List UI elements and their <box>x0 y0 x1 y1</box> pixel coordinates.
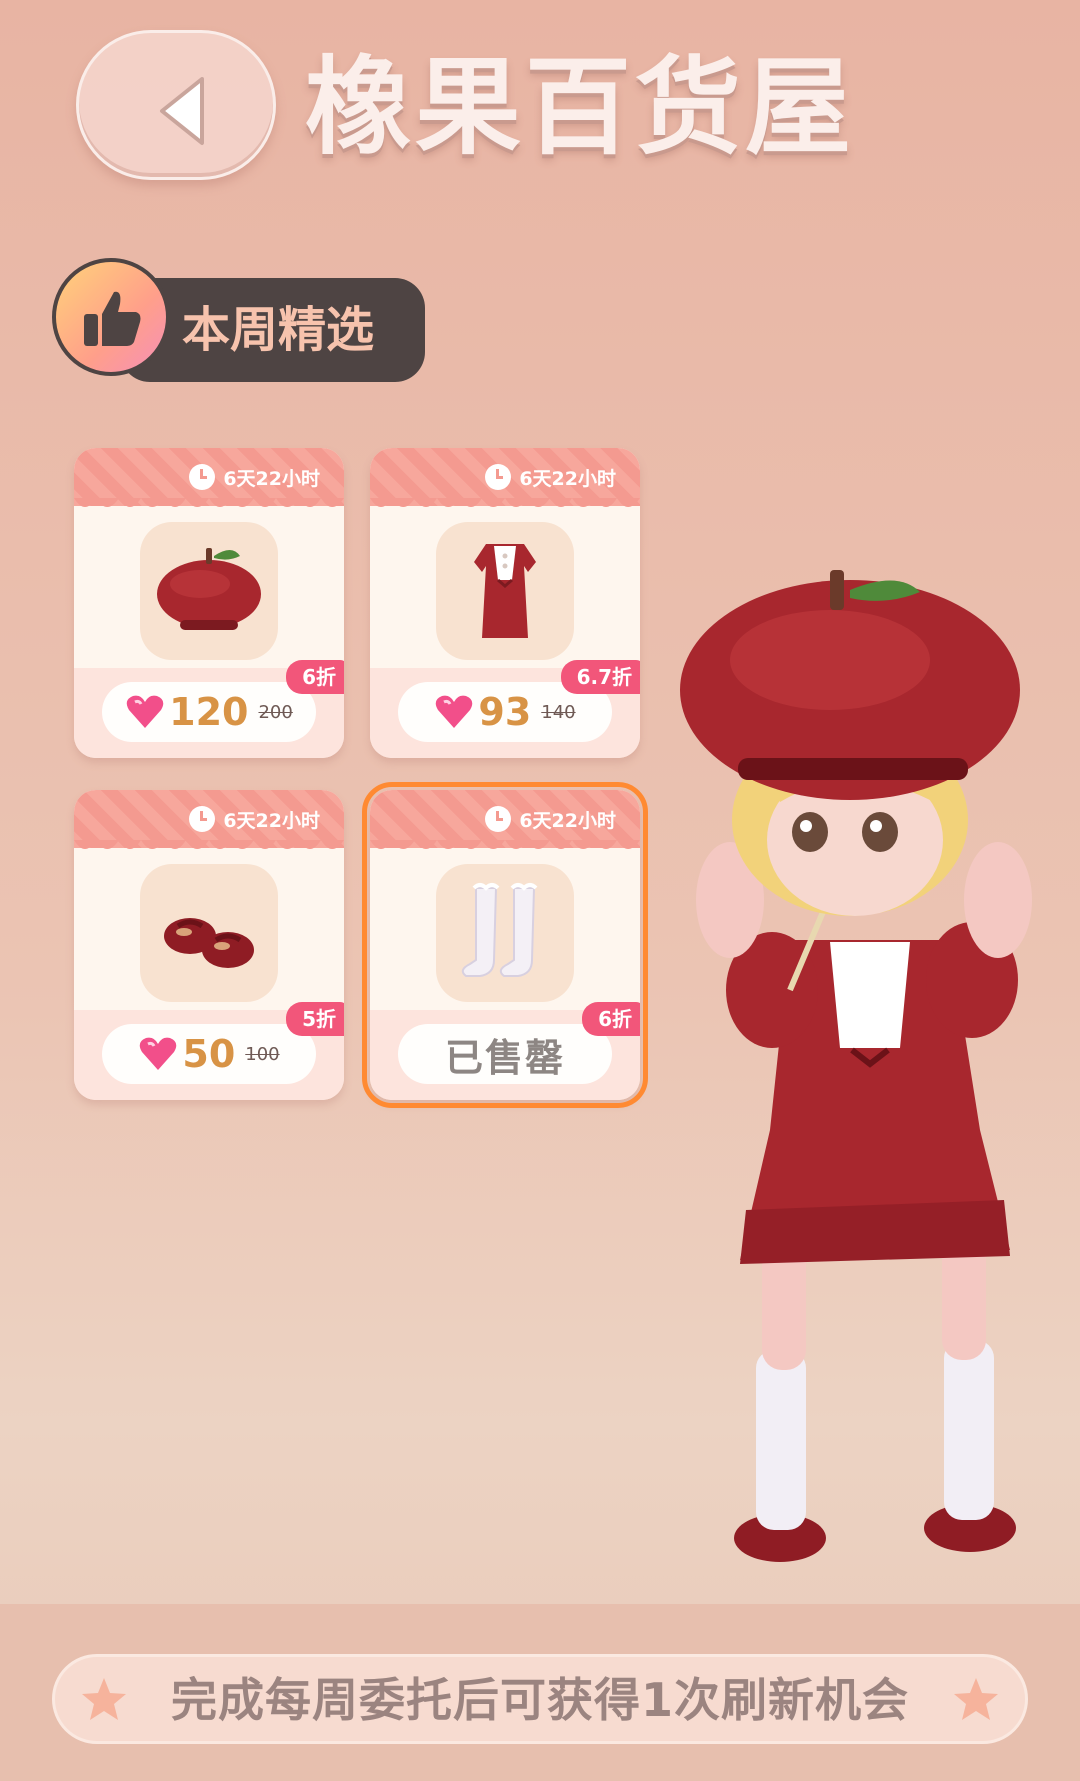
clock-icon <box>189 464 216 490</box>
character-preview <box>680 570 1032 1562</box>
shop-item-card[interactable]: 6天22小时 120 200 6折 <box>74 448 344 758</box>
original-price: 200 <box>258 701 293 723</box>
current-price: 120 <box>169 690 249 734</box>
clock-icon <box>485 806 512 832</box>
shop-item-card[interactable]: 6天22小时 93 140 6.7折 <box>370 448 640 758</box>
shop-item-card-selected[interactable]: 6天22小时 已售罄 6折 <box>362 782 648 1108</box>
price-tag: 120 200 <box>102 682 316 742</box>
timer: 6天22小时 <box>189 462 320 492</box>
heart-icon <box>436 695 473 728</box>
star-icon <box>954 1678 998 1720</box>
item-image-red-shoes <box>140 864 278 1002</box>
back-button[interactable] <box>76 30 276 180</box>
clock-icon <box>485 464 512 490</box>
discount-badge: 6折 <box>286 660 344 694</box>
discount-badge: 6折 <box>582 1002 640 1036</box>
refresh-hint-bar: 完成每周委托后可获得1次刷新机会 <box>52 1654 1028 1744</box>
timer: 6天22小时 <box>485 462 616 492</box>
section-label-text: 本周精选 <box>182 302 375 358</box>
item-image-apple-beret <box>140 522 278 660</box>
heart-icon <box>140 1037 177 1070</box>
chevron-left-icon <box>160 77 204 145</box>
timer: 6天22小时 <box>485 804 616 834</box>
item-image-red-dress <box>436 522 574 660</box>
current-price: 93 <box>478 690 532 734</box>
heart-icon <box>126 695 164 728</box>
current-price: 50 <box>182 1032 236 1076</box>
refresh-hint-text: 完成每周委托后可获得1次刷新机会 <box>170 1673 909 1727</box>
shop-item-card[interactable]: 6天22小时 50 100 5折 <box>74 790 344 1100</box>
page-title: 橡果百货屋 <box>305 46 855 169</box>
clock-icon <box>189 806 216 832</box>
sold-out-label: 已售罄 <box>444 1035 565 1080</box>
thumbs-up-icon <box>52 258 170 376</box>
original-price: 140 <box>541 701 576 723</box>
sold-out-tag: 已售罄 <box>398 1024 612 1084</box>
item-image-white-socks <box>436 864 574 1002</box>
discount-badge: 5折 <box>286 1002 344 1036</box>
original-price: 100 <box>245 1043 280 1065</box>
discount-badge: 6.7折 <box>560 660 640 694</box>
footer: 完成每周委托后可获得1次刷新机会 <box>0 1604 1080 1781</box>
timer: 6天22小时 <box>189 804 320 834</box>
price-tag: 50 100 <box>102 1024 316 1084</box>
